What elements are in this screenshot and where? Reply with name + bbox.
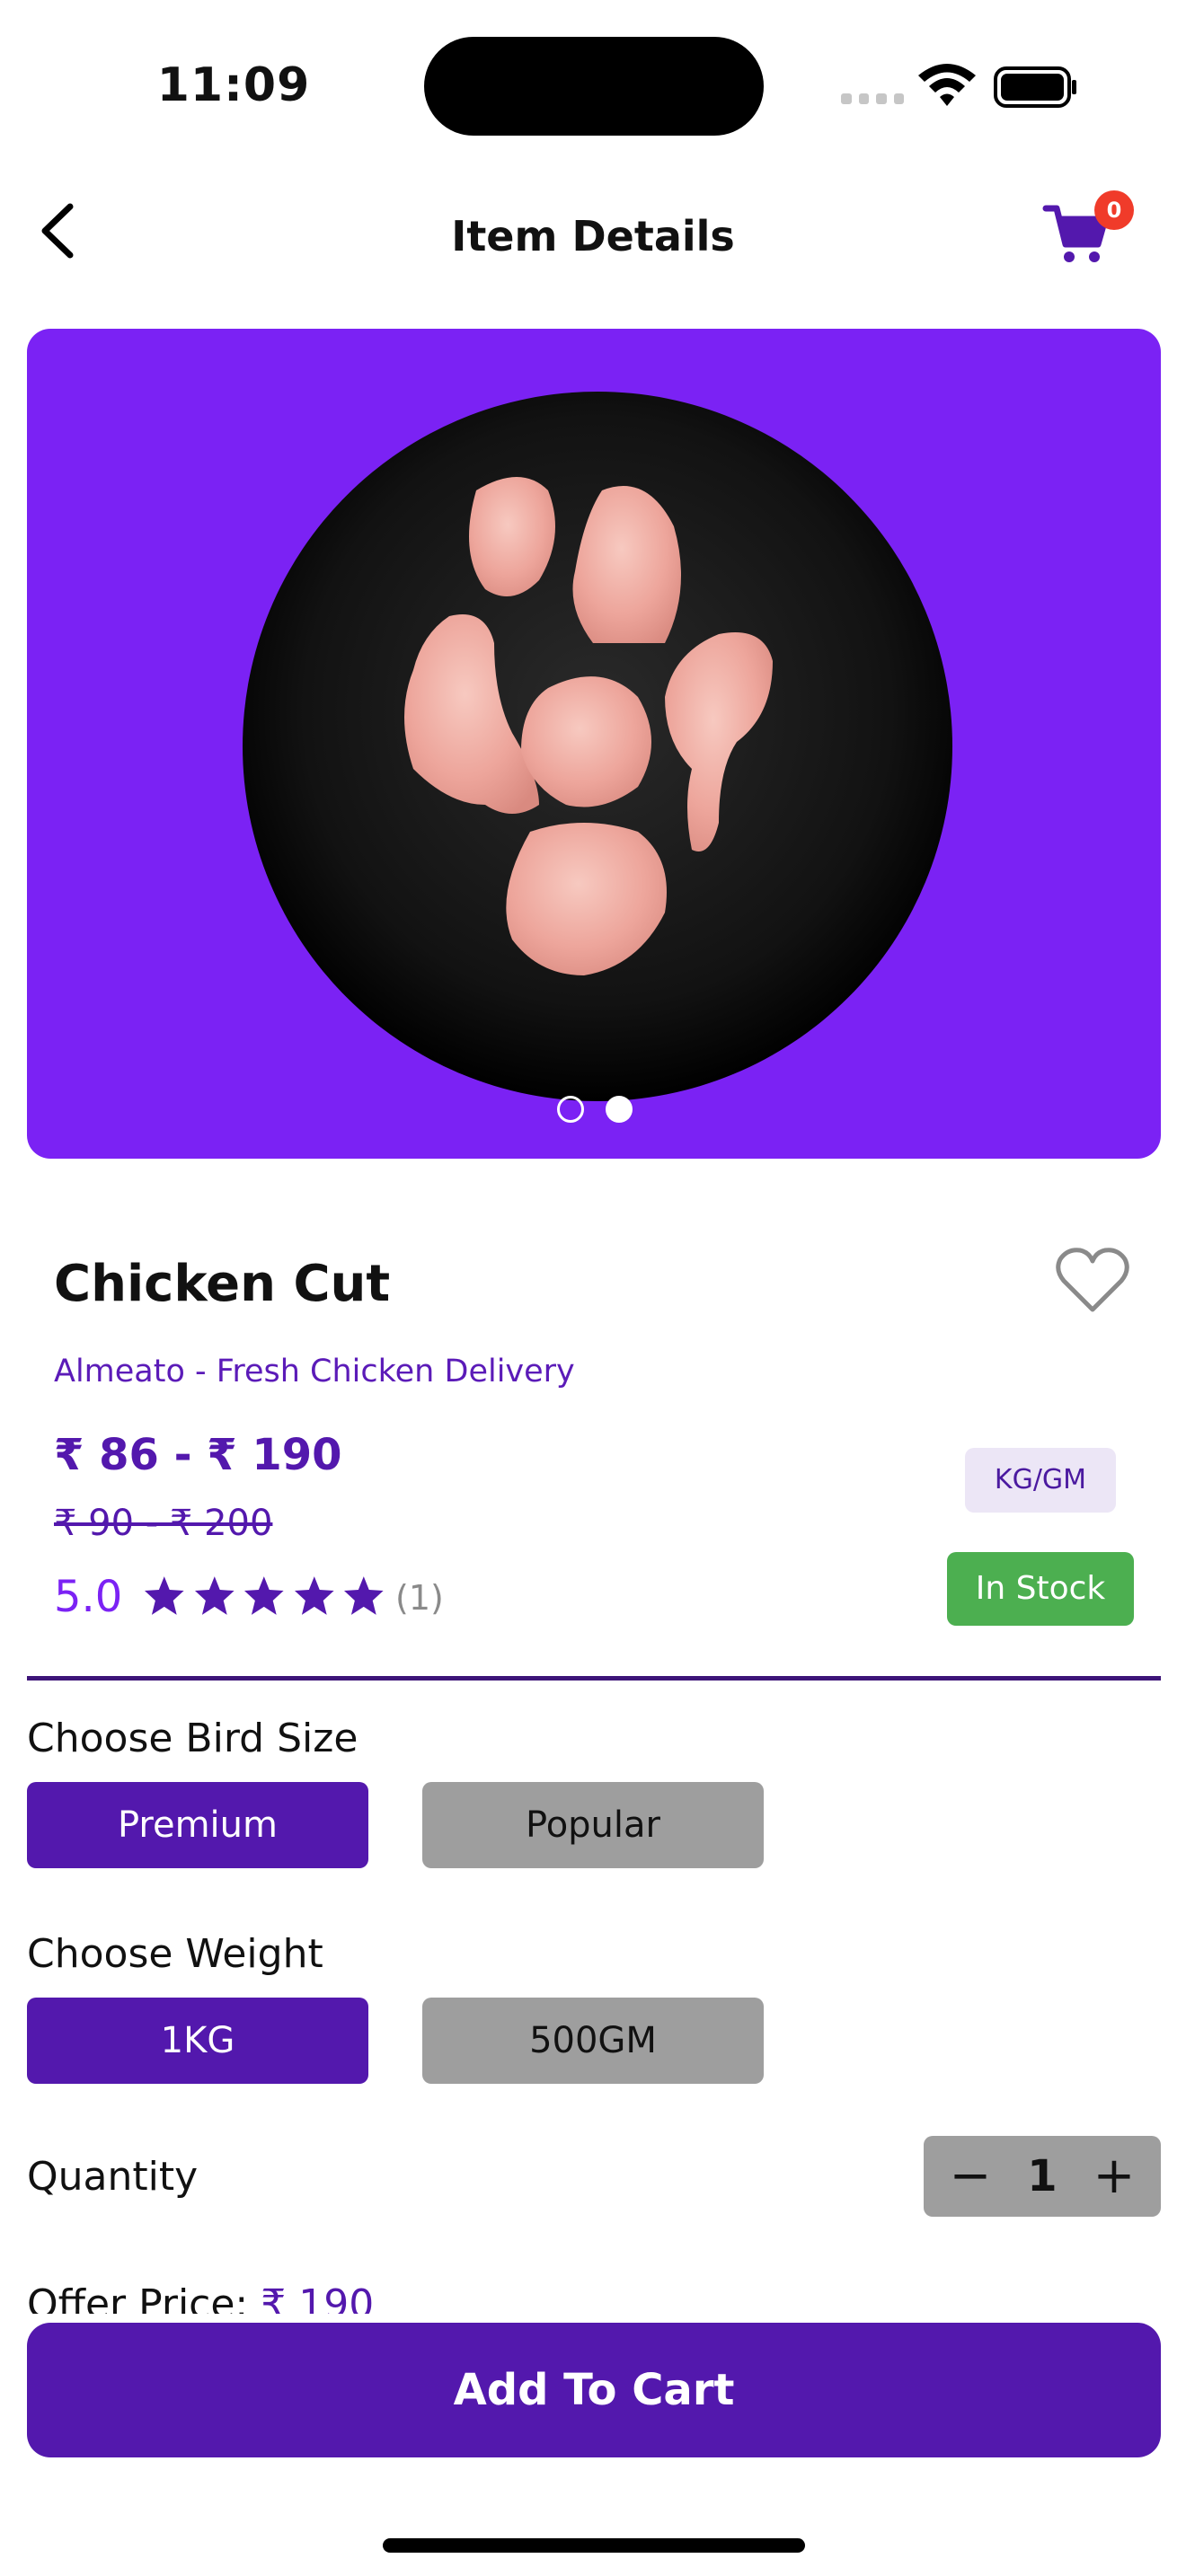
quantity-label: Quantity — [27, 2154, 199, 2200]
status-time: 11:09 — [156, 58, 311, 112]
stock-status-badge: In Stock — [947, 1552, 1134, 1626]
chicken-plate-image — [243, 392, 952, 1101]
product-name: Chicken Cut — [54, 1255, 391, 1313]
offer-price-value: ₹ 190 — [261, 2281, 375, 2314]
weight-label: Choose Weight — [27, 1931, 323, 1977]
star-icon — [144, 1576, 184, 1615]
bird-size-option-popular[interactable]: Popular — [422, 1782, 764, 1868]
cart-count-badge: 0 — [1094, 190, 1134, 230]
store-name[interactable]: Almeato - Fresh Chicken Delivery — [54, 1349, 863, 1394]
star-icon — [244, 1576, 284, 1615]
rating-count: (1) — [395, 1578, 444, 1618]
star-icon — [294, 1576, 334, 1615]
battery-icon — [994, 66, 1076, 108]
bird-size-option-premium[interactable]: Premium — [27, 1782, 368, 1868]
quantity-minus-button[interactable]: − — [943, 2149, 997, 2203]
offer-price-label: Offer Price: — [27, 2281, 249, 2314]
quantity-value: 1 — [1027, 2151, 1058, 2201]
carousel-dot-1[interactable] — [557, 1096, 584, 1123]
offer-price-row: Offer Price: ₹ 190 — [27, 2278, 656, 2314]
price-range: ₹ 86 - ₹ 190 — [54, 1430, 342, 1480]
cellular-signal-icon — [841, 93, 904, 104]
back-arrow-icon[interactable] — [32, 199, 84, 262]
unit-badge: KG/GM — [965, 1448, 1116, 1513]
star-icon — [344, 1576, 384, 1615]
bird-size-label: Choose Bird Size — [27, 1716, 358, 1761]
heart-icon[interactable] — [1055, 1247, 1130, 1315]
rating-stars — [142, 1574, 386, 1620]
weight-option-1kg[interactable]: 1KG — [27, 1998, 368, 2084]
home-indicator[interactable] — [383, 2538, 805, 2553]
page-title: Item Details — [451, 212, 735, 260]
section-divider — [27, 1676, 1161, 1681]
wifi-icon — [918, 64, 976, 106]
product-image-carousel[interactable] — [27, 329, 1161, 1159]
quantity-stepper: − 1 + — [924, 2136, 1161, 2217]
old-price-range: ₹ 90 - ₹ 200 — [54, 1503, 273, 1544]
carousel-dot-2-active[interactable] — [606, 1096, 633, 1123]
rating-value: 5.0 — [54, 1572, 123, 1622]
star-icon — [194, 1576, 235, 1615]
weight-option-500gm[interactable]: 500GM — [422, 1998, 764, 2084]
dynamic-island — [424, 37, 764, 136]
quantity-plus-button[interactable]: + — [1087, 2149, 1141, 2203]
add-to-cart-button[interactable]: Add To Cart — [27, 2323, 1161, 2457]
